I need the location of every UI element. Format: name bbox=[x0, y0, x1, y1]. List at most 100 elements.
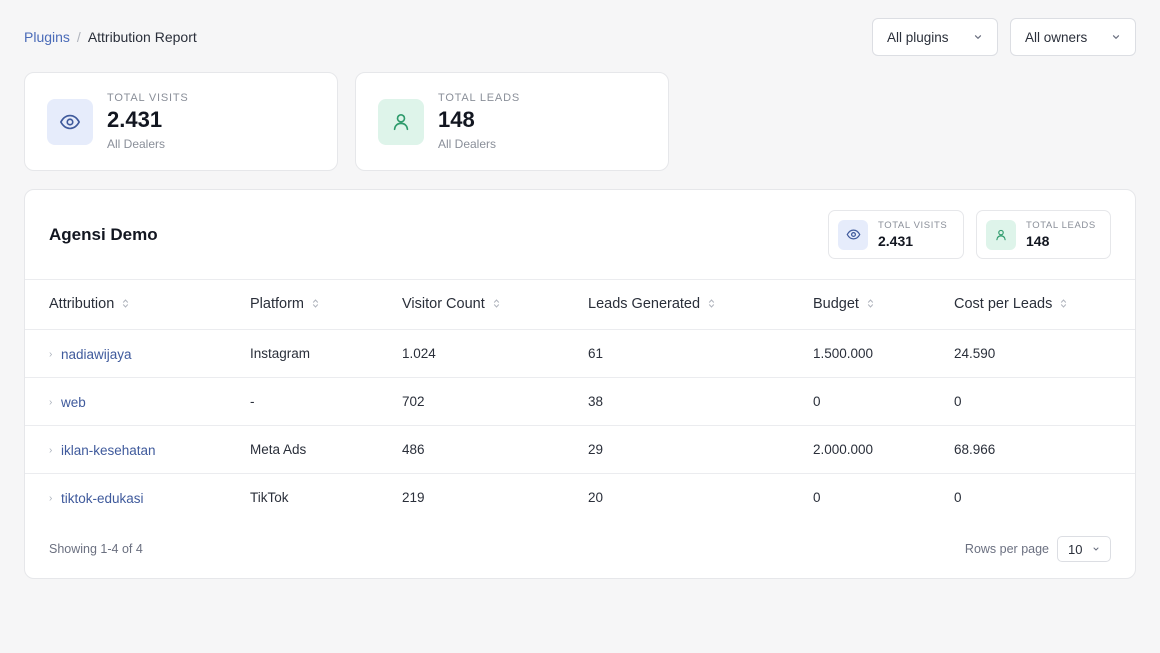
attribution-link[interactable]: › web bbox=[49, 395, 86, 410]
column-label: Cost per Leads bbox=[954, 296, 1053, 313]
plugins-select[interactable]: All plugins bbox=[872, 18, 998, 56]
chevron-right-icon: › bbox=[49, 396, 53, 408]
column-label: Leads Generated bbox=[588, 296, 701, 313]
cell-leads-generated: 38 bbox=[588, 377, 813, 426]
attribution-link[interactable]: › tiktok-edukasi bbox=[49, 491, 144, 506]
sort-icon bbox=[867, 296, 874, 312]
rows-per-page: Rows per page 10 bbox=[965, 536, 1111, 562]
column-label: Attribution bbox=[49, 296, 115, 313]
cell-attribution: › tiktok-edukasi bbox=[25, 473, 250, 521]
panel-leads-text: TOTAL LEADS 148 bbox=[1026, 220, 1096, 249]
cell-attribution: › iklan-kesehatan bbox=[25, 425, 250, 474]
summary-stats: TOTAL VISITS 2.431 All Dealers TOTAL LEA… bbox=[24, 72, 669, 171]
panel-leads-title: TOTAL LEADS bbox=[1026, 220, 1096, 231]
column-label: Budget bbox=[813, 296, 859, 313]
total-leads-text: TOTAL LEADS 148 All Dealers bbox=[438, 92, 520, 151]
cell-budget: 0 bbox=[813, 489, 821, 505]
panel-visits-card: TOTAL VISITS 2.431 bbox=[828, 210, 964, 259]
column-header-visitor-count[interactable]: Visitor Count bbox=[402, 280, 588, 330]
rows-per-page-value: 10 bbox=[1068, 541, 1083, 557]
cell-visitor-count: 486 bbox=[402, 425, 588, 474]
chevron-down-icon bbox=[1092, 545, 1100, 553]
cell-cost-per-leads: 68.966 bbox=[954, 425, 1135, 474]
attribution-link[interactable]: › nadiawijaya bbox=[49, 347, 132, 362]
panel-title: Agensi Demo bbox=[49, 224, 158, 244]
rows-per-page-label: Rows per page bbox=[964, 542, 1049, 556]
table-header-row: Attribution Platform Visitor Count Leads… bbox=[25, 280, 1135, 330]
cell-leads-generated: 61 bbox=[588, 329, 813, 378]
attribution-name: nadiawijaya bbox=[61, 346, 132, 362]
column-header-leads-generated[interactable]: Leads Generated bbox=[588, 280, 813, 330]
attribution-table: Attribution Platform Visitor Count Leads… bbox=[25, 280, 1135, 521]
attribution-link[interactable]: › iklan-kesehatan bbox=[49, 443, 156, 458]
cell-cost-per-leads: 0 bbox=[954, 377, 1135, 426]
cell-platform: - bbox=[250, 377, 402, 426]
panel-visits-text: TOTAL VISITS 2.431 bbox=[878, 220, 947, 249]
sort-icon bbox=[122, 296, 129, 312]
user-icon bbox=[986, 219, 1016, 250]
sort-icon bbox=[312, 296, 319, 312]
chevron-down-icon bbox=[1111, 32, 1121, 42]
chevron-right-icon: › bbox=[49, 492, 53, 504]
eye-icon bbox=[47, 98, 93, 145]
agency-panel: Agensi Demo TOTAL VISITS 2.431 TOTAL LEA… bbox=[24, 189, 1136, 579]
total-leads-title: TOTAL LEADS bbox=[438, 92, 520, 104]
filters: All plugins All owners bbox=[872, 18, 1136, 56]
cell-platform: Instagram bbox=[250, 329, 402, 378]
cell-visitor-count: 1.024 bbox=[402, 329, 588, 378]
table-row: › web - 702 38 0 0 bbox=[25, 377, 1135, 426]
total-leads-value: 148 bbox=[438, 107, 475, 132]
breadcrumb-current: Attribution Report bbox=[87, 29, 197, 45]
cell-leads-generated: 20 bbox=[588, 489, 604, 505]
chevron-right-icon: › bbox=[49, 444, 53, 456]
cell-attribution: › nadiawijaya bbox=[25, 329, 250, 378]
sort-icon bbox=[708, 296, 715, 312]
panel-visits-title: TOTAL VISITS bbox=[878, 220, 948, 231]
chevron-right-icon: › bbox=[49, 348, 53, 360]
attribution-name: web bbox=[61, 394, 86, 410]
sort-icon bbox=[1060, 296, 1067, 312]
total-visits-value: 2.431 bbox=[107, 107, 163, 132]
panel-leads-card: TOTAL LEADS 148 bbox=[976, 210, 1111, 259]
cell-platform: TikTok bbox=[250, 489, 289, 505]
table-footer: Showing 1-4 of 4 Rows per page 10 bbox=[25, 520, 1135, 578]
total-leads-card: TOTAL LEADS 148 All Dealers bbox=[355, 72, 669, 171]
column-label: Visitor Count bbox=[402, 296, 485, 313]
total-leads-sub: All Dealers bbox=[438, 137, 497, 151]
column-header-attribution[interactable]: Attribution bbox=[25, 280, 250, 330]
owners-select[interactable]: All owners bbox=[1010, 18, 1136, 56]
table-row: › tiktok-edukasi TikTok 219 20 0 0 bbox=[25, 473, 1135, 521]
cell-platform: Meta Ads bbox=[250, 425, 402, 474]
pagination-summary: Showing 1-4 of 4 bbox=[49, 542, 143, 556]
panel-mini-stats: TOTAL VISITS 2.431 TOTAL LEADS 148 bbox=[828, 210, 1111, 259]
rows-per-page-select[interactable]: 10 bbox=[1057, 536, 1111, 562]
cell-visitor-count: 219 bbox=[402, 489, 425, 505]
cell-cost-per-leads: 0 bbox=[954, 489, 962, 505]
sort-icon bbox=[493, 296, 500, 312]
user-icon bbox=[378, 98, 424, 145]
column-label: Platform bbox=[250, 296, 304, 313]
attribution-name: iklan-kesehatan bbox=[61, 442, 156, 458]
cell-leads-generated: 29 bbox=[588, 425, 813, 474]
cell-attribution: › web bbox=[25, 377, 250, 426]
cell-budget: 1.500.000 bbox=[813, 329, 954, 378]
total-visits-title: TOTAL VISITS bbox=[107, 92, 189, 104]
panel-visits-value: 2.431 bbox=[878, 233, 914, 249]
attribution-name: tiktok-edukasi bbox=[61, 490, 144, 506]
eye-icon bbox=[838, 219, 868, 250]
panel-leads-value: 148 bbox=[1026, 233, 1050, 249]
cell-budget: 0 bbox=[813, 377, 954, 426]
column-header-cost-per-leads[interactable]: Cost per Leads bbox=[954, 280, 1135, 330]
column-header-budget[interactable]: Budget bbox=[813, 280, 954, 330]
total-visits-sub: All Dealers bbox=[107, 137, 166, 151]
plugins-select-label: All plugins bbox=[887, 29, 949, 45]
breadcrumb-plugins-link[interactable]: Plugins bbox=[24, 29, 70, 45]
chevron-down-icon bbox=[973, 32, 983, 42]
owners-select-label: All owners bbox=[1025, 29, 1088, 45]
column-header-platform[interactable]: Platform bbox=[250, 280, 402, 330]
cell-cost-per-leads: 24.590 bbox=[954, 329, 1135, 378]
top-bar: Plugins / Attribution Report All plugins… bbox=[24, 18, 1136, 56]
table-row: › iklan-kesehatan Meta Ads 486 29 2.000.0… bbox=[25, 425, 1135, 474]
breadcrumb: Plugins / Attribution Report bbox=[24, 29, 197, 45]
cell-budget: 2.000.000 bbox=[813, 425, 954, 474]
